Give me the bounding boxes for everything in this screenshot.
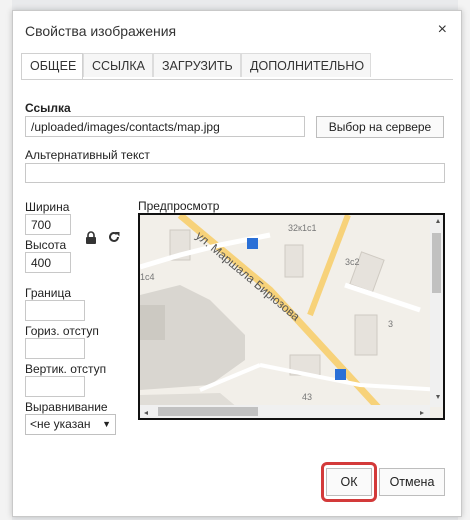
alt-text-input[interactable] (25, 163, 445, 183)
height-input[interactable] (25, 252, 71, 273)
tab-link[interactable]: ССЫЛКА (83, 53, 153, 77)
preview-frame: ул. Маршала Бирюзова 32к1с1 3с2 1с4 3 43 (138, 213, 445, 420)
map-image: ул. Маршала Бирюзова 32к1с1 3с2 1с4 3 43 (140, 215, 443, 418)
building-label: 3с2 (345, 257, 360, 267)
tab-upload[interactable]: ЗАГРУЗИТЬ (153, 53, 241, 77)
align-select-value: <не указан (30, 417, 91, 431)
building-label: 3 (388, 319, 393, 329)
hspace-label: Гориз. отступ (25, 324, 99, 338)
hspace-input[interactable] (25, 338, 85, 359)
building-label: 1с4 (140, 272, 155, 282)
cancel-button[interactable]: Отмена (379, 468, 445, 496)
border-label: Граница (25, 286, 72, 300)
preview-label: Предпросмотр (138, 199, 220, 213)
background-left (0, 0, 12, 520)
align-label: Выравнивание (25, 400, 108, 414)
ok-button-highlight (321, 462, 377, 502)
dialog-title-bar: Свойства изображения × (13, 11, 461, 51)
tab-advanced[interactable]: ДОПОЛНИТЕЛЬНО (241, 53, 371, 77)
tab-general[interactable]: ОБЩЕЕ (21, 53, 83, 80)
building-label: 43 (302, 392, 312, 402)
browse-server-button[interactable]: Выбор на сервере (316, 116, 444, 138)
building-label: 32к1с1 (288, 223, 316, 233)
tabs-divider (21, 79, 453, 80)
vspace-input[interactable] (25, 376, 85, 397)
align-select[interactable]: <не указан ▼ (25, 414, 116, 435)
link-input[interactable] (25, 116, 305, 137)
width-label: Ширина (25, 200, 70, 214)
vspace-label: Вертик. отступ (25, 362, 107, 376)
height-label: Высота (25, 238, 67, 252)
lock-icon[interactable] (85, 231, 97, 248)
chevron-down-icon: ▼ (102, 419, 111, 429)
alt-text-label: Альтернативный текст (25, 148, 150, 162)
link-label: Ссылка (25, 101, 71, 115)
width-input[interactable] (25, 214, 71, 235)
reset-size-icon[interactable] (107, 230, 121, 247)
border-input[interactable] (25, 300, 85, 321)
image-properties-dialog: Свойства изображения × ОБЩЕЕ ССЫЛКА ЗАГР… (12, 10, 462, 517)
dialog-title: Свойства изображения (25, 23, 177, 39)
close-icon[interactable]: × (438, 21, 447, 39)
